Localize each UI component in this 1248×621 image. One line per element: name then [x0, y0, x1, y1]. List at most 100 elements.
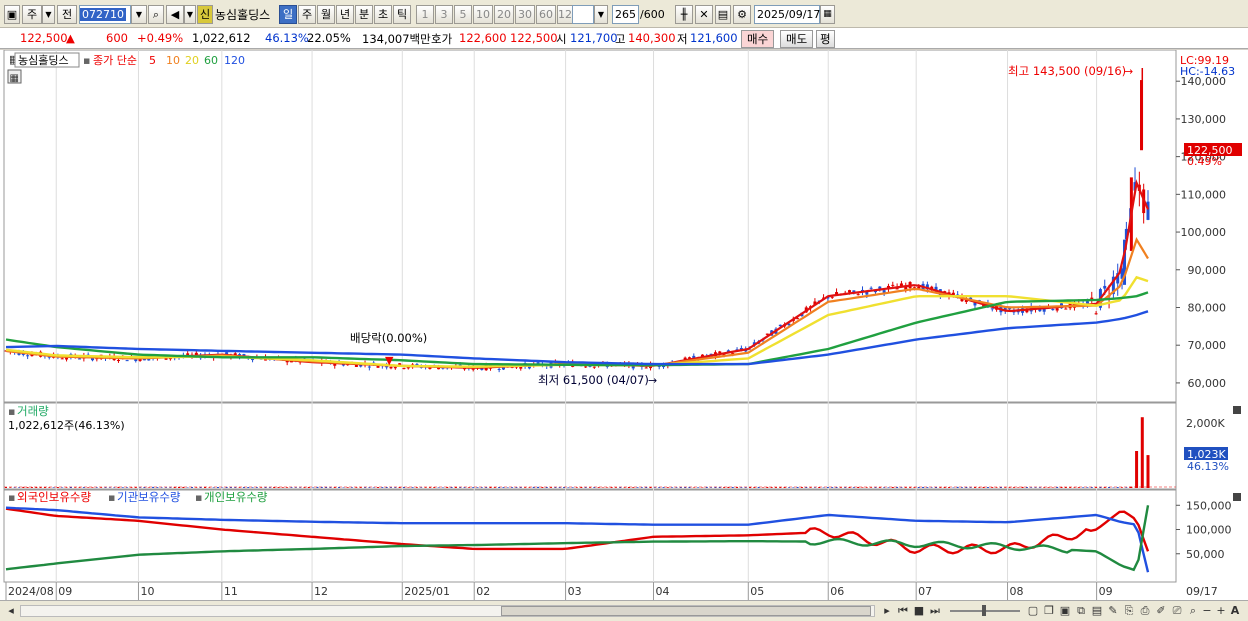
volume-bar — [601, 487, 604, 488]
first-icon[interactable]: ⏮ — [896, 604, 910, 618]
volume-bar — [294, 487, 297, 488]
minute-button-60[interactable]: 60 — [536, 5, 556, 24]
period-button-4[interactable]: 분 — [355, 5, 373, 24]
prev-button[interactable]: 전 — [57, 5, 77, 24]
minute-button-5[interactable]: 5 — [454, 5, 472, 24]
speaker-dropdown-icon[interactable]: ▼ — [184, 5, 196, 24]
crosshair-icon[interactable]: ✕ — [695, 5, 713, 24]
draw-icon[interactable]: ✎ — [1106, 604, 1120, 618]
count-input[interactable]: 265 — [612, 5, 639, 24]
save-icon[interactable]: ▤ — [715, 5, 731, 24]
search-icon[interactable]: ⌕ — [148, 5, 164, 24]
candle-body — [869, 287, 873, 289]
volume-bar — [606, 487, 609, 488]
legend-ma60: 60 — [204, 54, 218, 67]
minute-button-3[interactable]: 3 — [435, 5, 453, 24]
stock-code-input[interactable]: 072710 — [79, 5, 131, 24]
period-dropdown-icon[interactable]: ▼ — [42, 5, 55, 24]
volume-bar — [368, 487, 371, 488]
scroll-left-icon[interactable]: ◂ — [4, 604, 18, 618]
candle-body — [333, 363, 337, 366]
volume-bar — [165, 487, 168, 488]
x-tick-label: 02 — [476, 585, 490, 598]
price-ytick-label: 110,000 — [1181, 188, 1227, 201]
stop-icon[interactable]: ■ — [912, 604, 926, 618]
volume-bar — [740, 487, 743, 488]
candle-type-icon[interactable]: ╫ — [675, 5, 693, 24]
minute-button-20[interactable]: 20 — [494, 5, 514, 24]
hold-bullet-2: ▪ — [108, 491, 115, 504]
speaker-icon[interactable]: ◀ — [166, 5, 184, 24]
pen-icon[interactable]: ✐ — [1154, 604, 1168, 618]
chart-area[interactable]: 140,000 130,000 120,000 110,000 100,000 90,00… — [0, 49, 1248, 602]
vol-value: 1,022,612주(46.13%) — [8, 419, 125, 432]
period-button-5[interactable]: 초 — [374, 5, 392, 24]
minute-button-10[interactable]: 10 — [473, 5, 493, 24]
font-icon[interactable]: A — [1228, 604, 1242, 618]
window-icon[interactable]: ▢ — [1026, 604, 1040, 618]
volume-bar — [476, 487, 479, 488]
volume-bar — [567, 487, 570, 488]
gear-icon[interactable]: ⚙ — [733, 5, 751, 24]
period-button-1[interactable]: 주 — [298, 5, 316, 24]
date-input[interactable]: 2025/09/17 — [754, 5, 820, 24]
volume-bar-09/16 — [1140, 417, 1144, 488]
x-tick-label: 11 — [224, 585, 238, 598]
scroll-right-icon[interactable]: ▸ — [880, 604, 894, 618]
layout-icon[interactable]: ▣ — [4, 5, 20, 24]
tile-icon[interactable]: ▣ — [1058, 604, 1072, 618]
zoom-in-icon[interactable]: + — [1214, 604, 1228, 618]
period-button-2[interactable]: 월 — [317, 5, 335, 24]
high-arrow-icon: → — [1124, 65, 1133, 78]
legend-ma5: 5 — [149, 54, 156, 67]
volume-bar — [160, 487, 163, 488]
volume-bar — [511, 487, 514, 488]
candle-body — [497, 368, 501, 370]
scrollbar-thumb[interactable] — [501, 606, 871, 616]
minute-button-1[interactable]: 1 — [416, 5, 434, 24]
volume-bar — [813, 487, 816, 488]
avg-button[interactable]: 평 — [816, 30, 835, 48]
period-button-3[interactable]: 년 — [336, 5, 354, 24]
volume-bar — [428, 487, 431, 488]
minute-dropdown-icon[interactable]: ▼ — [594, 5, 608, 24]
vol-last-pct: 46.13% — [1187, 460, 1229, 473]
hold-panel-close-icon[interactable] — [1233, 493, 1241, 501]
volume-bar — [346, 487, 349, 488]
zoom-slider-handle[interactable] — [982, 605, 986, 616]
scrollbar-track[interactable] — [20, 605, 875, 617]
legend-ma20: 20 — [185, 54, 199, 67]
vol-ytick-label: 2,000K — [1186, 417, 1225, 430]
cascade-icon[interactable]: ❐ — [1042, 604, 1056, 618]
period-button-0[interactable]: 일 — [279, 5, 297, 24]
zoom-out-icon[interactable]: − — [1200, 604, 1214, 618]
stock-chart[interactable]: 140,000130,000120,000110,000100,00090,00… — [0, 49, 1248, 602]
buy-button[interactable]: 매수 — [741, 30, 775, 48]
chart-icon[interactable]: ▤ — [1090, 604, 1104, 618]
paste-icon[interactable]: ⎙ — [1138, 604, 1152, 618]
candle-body — [592, 366, 596, 368]
candle-body — [644, 367, 648, 369]
zoom-icon[interactable]: ⌕ — [1186, 604, 1200, 618]
compare-icon[interactable]: ⧉ — [1074, 604, 1088, 618]
print-icon[interactable]: ⎚ — [1170, 604, 1184, 618]
open-label: 시 — [556, 32, 567, 46]
code-dropdown-icon[interactable]: ▼ — [131, 5, 147, 24]
volume-bar — [480, 487, 483, 488]
minute-button-30[interactable]: 30 — [515, 5, 535, 24]
vol-panel-close-icon[interactable] — [1233, 406, 1241, 414]
period-toggle-button[interactable]: 주 — [22, 5, 42, 24]
calendar-icon[interactable]: ▦ — [820, 5, 835, 24]
copy-icon[interactable]: ⎘ — [1122, 604, 1136, 618]
volume-bar — [91, 487, 94, 488]
sell-button[interactable]: 매도 — [780, 30, 814, 48]
volume-bar — [467, 487, 470, 488]
period-button-6[interactable]: 틱 — [393, 5, 411, 24]
last-icon[interactable]: ⏭ — [928, 604, 942, 618]
dividend-arrow-icon: ▼ — [385, 354, 394, 367]
volume-bar — [960, 487, 963, 488]
current-price: 122,500 — [20, 31, 68, 45]
volume-bar — [826, 487, 829, 488]
candle-body — [1103, 285, 1107, 289]
custom-minute-input[interactable] — [572, 5, 594, 24]
